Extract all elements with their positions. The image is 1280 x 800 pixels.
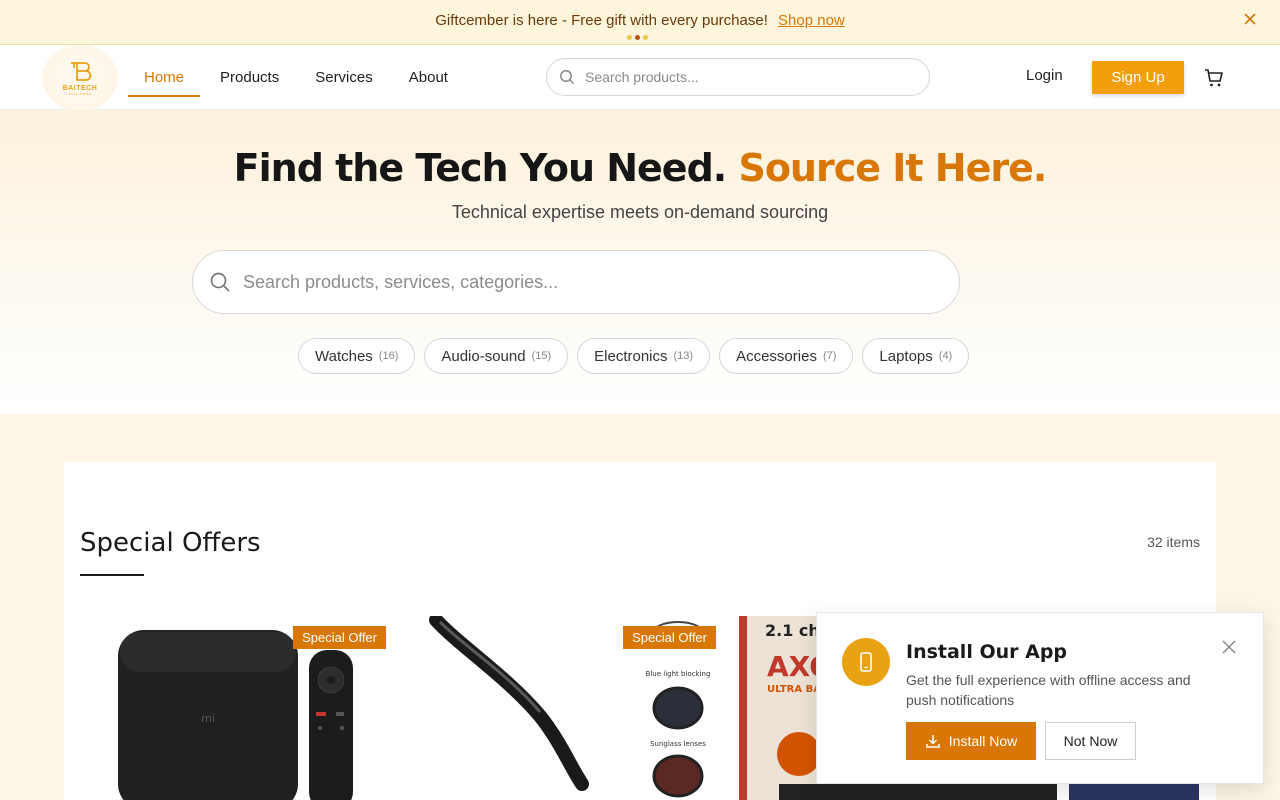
hero-title-main: Find the Tech You Need. — [233, 146, 728, 190]
chip-label: Laptops — [879, 347, 933, 365]
category-chips: Watches (16) Audio-sound (15) Electronics (… — [298, 338, 970, 374]
chip-label: Audio-sound — [441, 347, 526, 365]
hero-title-accent: Source It Here. — [738, 146, 1047, 190]
chip-count: (16) — [378, 350, 399, 362]
site-logo[interactable]: BAITECH SOLUTIONS — [42, 45, 118, 111]
category-chip-accessories[interactable]: Accessories (7) — [719, 338, 854, 374]
not-now-button[interactable]: Not Now — [1045, 722, 1136, 760]
category-chip-laptops[interactable]: Laptops (4) — [862, 338, 970, 374]
logo-tagline: SOLUTIONS — [68, 92, 92, 96]
cart-button[interactable] — [1203, 67, 1225, 89]
category-chip-electronics[interactable]: Electronics (13) — [577, 338, 711, 374]
nav-services[interactable]: Services — [299, 45, 389, 109]
download-icon — [926, 735, 940, 748]
install-app-title: Install Our App — [906, 641, 1068, 663]
site-header: BAITECH SOLUTIONS Home Products Services… — [0, 45, 1280, 111]
category-chip-watches[interactable]: Watches (16) — [298, 338, 416, 374]
shopping-cart-icon — [1205, 69, 1223, 87]
logo-name: BAITECH — [62, 85, 98, 92]
special-offer-badge: Special Offer — [293, 626, 386, 649]
close-announcement-button[interactable] — [1242, 12, 1258, 28]
product-card[interactable]: mi Special Offer — [80, 616, 398, 800]
glasses-label-sunglass: Sunglass lenses — [650, 740, 706, 748]
announcement-message: Giftcember is here - Free gift with ever… — [0, 12, 1280, 29]
sign-up-button[interactable]: Sign Up — [1092, 61, 1184, 94]
shop-now-link[interactable]: Shop now — [778, 12, 845, 29]
chip-label: Electronics — [594, 347, 668, 365]
hero-subtitle: Technical expertise meets on-demand sour… — [451, 202, 829, 222]
nav-home[interactable]: Home — [128, 45, 201, 109]
chip-label: Watches — [315, 347, 373, 365]
nav-about[interactable]: About — [393, 45, 464, 109]
login-button[interactable]: Login — [1010, 67, 1079, 84]
hero-search-input[interactable] — [243, 271, 923, 293]
glasses-label-blue-light: Blue light blocking — [646, 670, 711, 678]
close-icon — [1244, 13, 1256, 25]
items-count: 32 items — [1147, 534, 1200, 550]
category-chip-audio-sound[interactable]: Audio-sound (15) — [424, 338, 569, 374]
search-icon — [560, 70, 575, 85]
main-nav: Home Products Services About — [128, 45, 468, 109]
carousel-dot-active[interactable] — [635, 35, 640, 40]
announcement-bar: Giftcember is here - Free gift with ever… — [0, 0, 1280, 45]
close-install-dialog-button[interactable] — [1221, 639, 1237, 655]
svg-text:mi: mi — [201, 712, 215, 725]
product-card[interactable]: Blue light blocking Sunglass lenses Spec… — [410, 616, 728, 800]
search-icon — [210, 272, 230, 292]
chip-count: (4) — [938, 350, 953, 362]
install-app-dialog: Install Our App Get the full experience … — [816, 612, 1264, 784]
hero-search-box — [192, 250, 960, 314]
nav-products[interactable]: Products — [204, 45, 295, 109]
header-search-input[interactable] — [585, 69, 905, 85]
hero-title: Find the Tech You Need. Source It Here. — [0, 146, 1280, 190]
header-search-box — [546, 58, 930, 96]
section-title-underline — [80, 574, 144, 576]
carousel-dot[interactable] — [627, 35, 632, 40]
announcement-carousel-dots — [627, 35, 648, 40]
logo-mark-icon — [71, 62, 92, 81]
section-title: Special Offers — [80, 528, 261, 558]
carousel-dot[interactable] — [643, 35, 648, 40]
mobile-phone-icon — [842, 638, 890, 686]
special-offer-badge: Special Offer — [623, 626, 716, 649]
chip-label: Accessories — [736, 347, 817, 365]
close-icon — [1222, 640, 1236, 654]
announcement-text: Giftcember is here - Free gift with ever… — [435, 12, 768, 29]
chip-count: (7) — [822, 350, 837, 362]
install-app-description: Get the full experience with offline acc… — [906, 672, 1191, 708]
install-now-label: Install Now — [948, 733, 1018, 749]
chip-count: (13) — [673, 350, 694, 362]
hero-section: Find the Tech You Need. Source It Here. … — [0, 110, 1280, 414]
install-now-button[interactable]: Install Now — [906, 722, 1036, 760]
chip-count: (15) — [531, 350, 552, 362]
